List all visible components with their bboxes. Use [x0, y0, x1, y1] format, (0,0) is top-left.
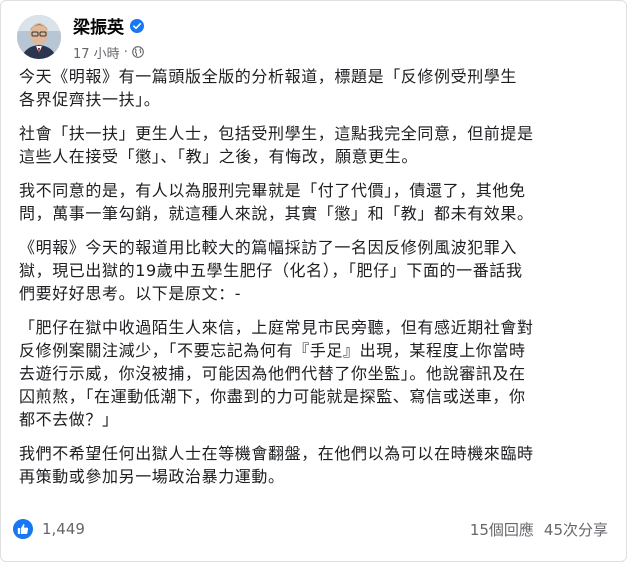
comments-count-link[interactable]: 15個回應	[470, 519, 534, 540]
shares-count-link[interactable]: 45次分享	[544, 519, 608, 540]
reactions-summary[interactable]: 1,449	[13, 519, 85, 539]
like-count: 1,449	[42, 520, 85, 538]
reactions-bar: 1,449 15個回應 45次分享	[13, 509, 614, 549]
post-paragraph: 我們不希望任何出獄人士在等機會翻盤，在他們以為可以在時機來臨時 再策動或參加另一…	[19, 444, 534, 486]
facebook-post: 梁振英 17 小時 · 今天《明報》有一篇頭版全版的分析報道，標題是「反修例受刑…	[0, 0, 627, 562]
avatar-image	[17, 15, 61, 59]
post-paragraph: 今天《明報》有一篇頭版全版的分析報道，標題是「反修例受刑學生 各界促齊扶一扶」。	[19, 67, 518, 109]
thumbs-up-icon	[13, 519, 33, 539]
author-name[interactable]: 梁振英	[73, 13, 124, 38]
post-body: 今天《明報》有一篇頭版全版的分析報道，標題是「反修例受刑學生 各界促齊扶一扶」。…	[19, 65, 611, 499]
engagement-counts: 15個回應 45次分享	[470, 519, 608, 540]
post-timestamp[interactable]: 17 小時	[73, 43, 120, 62]
verified-badge-icon	[130, 18, 144, 33]
post-meta: 17 小時 ·	[73, 43, 144, 62]
post-paragraph: 《明報》今天的報道用比較大的篇幅採訪了一名因反修例風波犯罪入 獄，現已出獄的19…	[19, 238, 523, 303]
post-paragraph: 我不同意的是，有人以為服刑完畢就是「付了代價」，債還了，其他免 問，萬事一筆勾銷…	[19, 181, 534, 223]
author-block: 梁振英 17 小時 ·	[73, 13, 144, 62]
author-line: 梁振英	[73, 13, 144, 38]
author-avatar[interactable]	[17, 15, 61, 59]
globe-icon[interactable]	[131, 46, 144, 58]
post-header: 梁振英 17 小時 ·	[17, 11, 144, 63]
meta-separator: ·	[123, 44, 128, 60]
post-paragraph: 「肥仔在獄中收過陌生人來信，上庭常見市民旁聽，但有感近期社會對 反修例案關注減少…	[19, 318, 534, 429]
post-paragraph: 社會「扶一扶」更生人士，包括受刑學生，這點我完全同意，但前提是 這些人在接受「懲…	[19, 124, 534, 166]
